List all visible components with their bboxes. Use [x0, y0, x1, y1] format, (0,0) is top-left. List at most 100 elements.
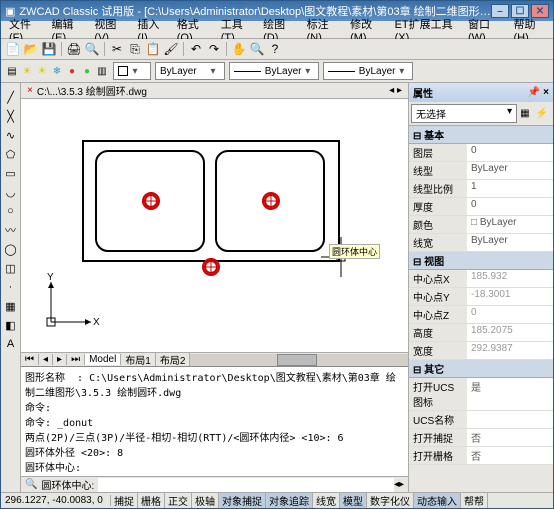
prop-value[interactable]: 0	[467, 198, 553, 215]
layer-sun-icon[interactable]: ☀	[20, 64, 34, 78]
layer-mgr-icon[interactable]: ▤	[5, 64, 19, 78]
prop-value[interactable]: -18.3001	[467, 288, 553, 305]
doc-close-icon[interactable]: ×	[27, 85, 33, 96]
status-toggle[interactable]: 模型	[340, 493, 367, 508]
prop-row[interactable]: 线型比例1	[409, 180, 553, 198]
spline-icon[interactable]: 〰	[3, 222, 19, 238]
lineweight-combo[interactable]: ByLayer ▾	[323, 62, 413, 80]
xline-icon[interactable]: ╳	[3, 108, 19, 124]
status-toggle[interactable]: 正交	[165, 493, 192, 508]
tab-nav-prev[interactable]: ◂	[39, 354, 53, 365]
prop-row[interactable]: 图层0	[409, 144, 553, 162]
status-toggle[interactable]: 极轴	[192, 493, 219, 508]
status-toggle[interactable]: 对象捕捉	[219, 493, 266, 508]
rect-icon[interactable]: ▭	[3, 165, 19, 181]
prop-value[interactable]: ByLayer	[467, 234, 553, 251]
prop-value[interactable]: 否	[467, 429, 553, 446]
prop-row[interactable]: 打开栅格否	[409, 447, 553, 465]
tab-nav-first[interactable]: ⏮	[21, 354, 39, 365]
point-icon[interactable]: ·	[3, 279, 19, 295]
region-icon[interactable]: ◧	[3, 317, 19, 333]
layer-sun2-icon[interactable]: ☀	[35, 64, 49, 78]
cmd-scroll[interactable]: ◂▸	[394, 479, 404, 490]
preview-icon[interactable]: 🔍	[84, 41, 100, 57]
prop-value[interactable]: 是	[467, 378, 553, 410]
text-icon[interactable]: A	[3, 336, 19, 352]
status-toggle[interactable]: 线宽	[313, 493, 340, 508]
pan-icon[interactable]: ✋	[231, 41, 247, 57]
selection-combo[interactable]: 无选择 ▾	[411, 104, 517, 123]
status-toggle[interactable]: 帮帮	[461, 493, 488, 508]
paste-icon[interactable]: 📋	[145, 41, 161, 57]
status-toggle[interactable]: 动态输入	[414, 493, 461, 508]
prop-category[interactable]: ⊟ 视图	[409, 252, 553, 270]
layer-iso-icon[interactable]: ❄	[50, 64, 64, 78]
layer-on-icon[interactable]: ●	[80, 64, 94, 78]
command-input[interactable]	[98, 478, 394, 492]
doc-tab-nav[interactable]: ◂ ▸	[389, 85, 402, 96]
prop-row[interactable]: 厚度0	[409, 198, 553, 216]
status-toggle[interactable]: 对象追踪	[266, 493, 313, 508]
prop-category[interactable]: ⊟ 其它	[409, 360, 553, 378]
status-toggle[interactable]: 栅格	[138, 493, 165, 508]
copy-icon[interactable]: ⎘	[127, 41, 143, 57]
undo-icon[interactable]: ↶	[188, 41, 204, 57]
layer-off-icon[interactable]: ●	[65, 64, 79, 78]
help-icon[interactable]: ?	[267, 41, 283, 57]
linetype-combo[interactable]: ByLayer ▾	[229, 62, 319, 80]
prop-row[interactable]: 打开UCS图标是	[409, 378, 553, 411]
prop-value[interactable]: □ ByLayer	[467, 216, 553, 233]
match-icon[interactable]: 🖌	[163, 41, 179, 57]
prop-row[interactable]: 线型ByLayer	[409, 162, 553, 180]
quick-select-icon[interactable]: ▦	[517, 108, 532, 119]
prop-value[interactable]: 否	[467, 447, 553, 464]
prop-value[interactable]: 185.932	[467, 270, 553, 287]
ellipse-icon[interactable]: ◯	[3, 241, 19, 257]
line-icon[interactable]: ╱	[3, 89, 19, 105]
polygon-icon[interactable]: ⬠	[3, 146, 19, 162]
color-combo[interactable]: ▾	[113, 62, 151, 80]
prop-value[interactable]: 0	[467, 144, 553, 161]
open-icon[interactable]: 📂	[23, 41, 39, 57]
save-icon[interactable]: 💾	[41, 41, 57, 57]
prop-value[interactable]: ByLayer	[467, 162, 553, 179]
prop-value[interactable]: 0	[467, 306, 553, 323]
prop-row[interactable]: 打开捕捉否	[409, 429, 553, 447]
prop-value[interactable]: 1	[467, 180, 553, 197]
pline-icon[interactable]: ∿	[3, 127, 19, 143]
new-icon[interactable]: 📄	[5, 41, 21, 57]
layer-combo[interactable]: ByLayer ▾	[155, 62, 225, 80]
redo-icon[interactable]: ↷	[206, 41, 222, 57]
drawing-viewport[interactable]: 圆环体中心 X Y	[21, 99, 408, 352]
tab-layout2[interactable]: 布局2	[156, 352, 191, 367]
prop-row[interactable]: 颜色□ ByLayer	[409, 216, 553, 234]
panel-pin-icon[interactable]: 📌 ×	[528, 87, 549, 98]
status-toggle[interactable]: 捕捉	[111, 493, 138, 508]
block-icon[interactable]: ◫	[3, 260, 19, 276]
tab-layout1[interactable]: 布局1	[121, 352, 156, 367]
circle-icon[interactable]: ○	[3, 203, 19, 219]
status-toggle[interactable]: 数字化仪	[367, 493, 414, 508]
prop-row[interactable]: 中心点X185.932	[409, 270, 553, 288]
print-icon[interactable]: 🖨	[66, 41, 82, 57]
prop-row[interactable]: 中心点Y-18.3001	[409, 288, 553, 306]
hatch-icon[interactable]: ▦	[3, 298, 19, 314]
prop-row[interactable]: 线宽ByLayer	[409, 234, 553, 252]
prop-row[interactable]: 高度185.2075	[409, 324, 553, 342]
zoom-icon[interactable]: 🔍	[249, 41, 265, 57]
pick-icon[interactable]: ⚡	[533, 108, 551, 119]
prop-value[interactable]: 185.2075	[467, 324, 553, 341]
hscrollbar[interactable]	[190, 354, 408, 366]
cut-icon[interactable]: ✂	[109, 41, 125, 57]
prop-category[interactable]: ⊟ 基本	[409, 126, 553, 144]
doc-tab-label[interactable]: C:\...\3.5.3 绘制圆环.dwg	[37, 83, 147, 98]
prop-value[interactable]: 292.9387	[467, 342, 553, 359]
prop-value[interactable]	[467, 411, 553, 428]
prop-row[interactable]: UCS名称	[409, 411, 553, 429]
prop-row[interactable]: 宽度292.9387	[409, 342, 553, 360]
arc-icon[interactable]: ◡	[3, 184, 19, 200]
tab-model[interactable]: Model	[85, 354, 121, 365]
layer-prev-icon[interactable]: ▥	[95, 64, 109, 78]
prop-row[interactable]: 中心点Z0	[409, 306, 553, 324]
tab-nav-next[interactable]: ▸	[53, 354, 67, 365]
